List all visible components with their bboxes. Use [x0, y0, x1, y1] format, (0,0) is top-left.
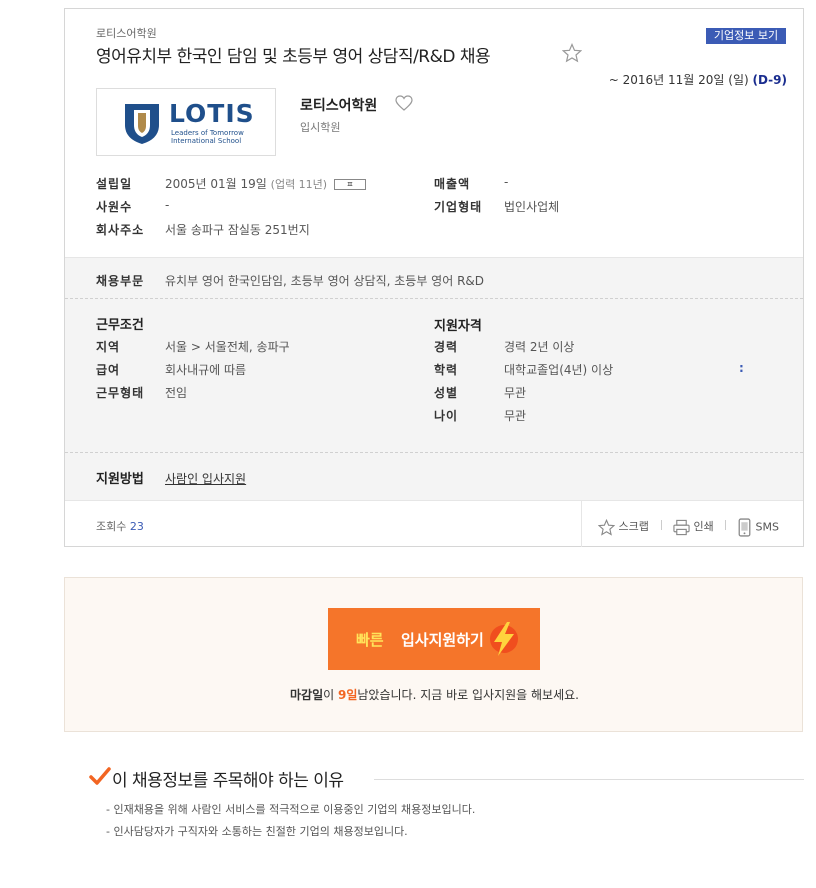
heading-rule — [374, 779, 804, 780]
info-corp-type: 기업형태 법인사업체 — [434, 198, 559, 215]
corp-type-label: 기업형태 — [434, 200, 483, 214]
company-logo[interactable]: LOTIS Leaders of Tomorrow International … — [96, 88, 276, 156]
dept-label: 채용부문 — [96, 274, 145, 288]
career-row: 경력 경력 2년 이상 — [434, 338, 574, 355]
region-label: 지역 — [96, 340, 121, 354]
apply-method-link[interactable]: 사람인 입사지원 — [165, 470, 246, 487]
scrap-button[interactable]: 스크랩 — [597, 518, 649, 536]
dday-badge: (D-9) — [752, 73, 787, 87]
job-title: 영어유치부 한국인 담임 및 초등부 영어 상담직/R&D 채용 — [96, 47, 491, 67]
star-icon[interactable] — [562, 43, 582, 63]
founded-label: 설립일 — [96, 177, 133, 191]
apply-btn-highlight: 빠른 — [356, 631, 384, 649]
info-address: 회사주소 서울 송파구 잠실동 251번지 — [96, 221, 310, 238]
founded-years: (업력 11년) — [270, 178, 328, 191]
age-value: 무관 — [504, 409, 527, 423]
logo-wordmark: LOTIS — [169, 99, 255, 128]
age-row: 나이 무관 — [434, 407, 526, 424]
logo-subtitle: Leaders of Tomorrow International School — [171, 129, 271, 145]
region-value: 서울 > 서울전체, 송파구 — [165, 340, 290, 354]
views-label: 조회수 — [96, 520, 127, 533]
corp-info-button[interactable]: 기업정보 보기 — [706, 28, 786, 44]
info-revenue: 매출액 - — [434, 175, 508, 192]
career-label: 경력 — [434, 340, 459, 354]
age-label: 나이 — [434, 409, 459, 423]
founded-value-wrap: 2005년 01월 19일 (업력 11년) ㅍ — [165, 175, 366, 192]
education-row: 학력 대학교졸업(4년) 이상 : — [434, 361, 764, 378]
sms-button[interactable]: SMS — [737, 518, 779, 537]
career-value: 경력 2년 이상 — [504, 340, 575, 354]
separator — [661, 520, 662, 530]
views-number: 23 — [129, 520, 144, 533]
revenue-value: - — [504, 175, 509, 189]
job-card: 로티스어학원 영어유치부 한국인 담임 및 초등부 영어 상담직/R&D 채용 … — [64, 8, 804, 547]
logo-sub-line1: Leaders of Tomorrow — [171, 129, 244, 137]
view-count: 조회수 23 — [96, 518, 144, 534]
remain-message: 남았습니다. 지금 바로 입사지원을 해보세요. — [357, 688, 579, 702]
apply-method-label: 지원방법 — [96, 472, 144, 487]
print-label: 인쇄 — [693, 520, 714, 533]
address-value: 서울 송파구 잠실동 251번지 — [165, 223, 310, 237]
checkmark-icon — [89, 767, 111, 785]
reason-heading: 이 채용정보를 주목해야 하는 이유 — [112, 771, 344, 791]
qualifications-heading: 지원자격 — [434, 319, 482, 334]
sms-label: SMS — [755, 520, 779, 534]
salary-row: 급여 회사내규에 따름 — [96, 361, 246, 378]
employees-label: 사원수 — [96, 200, 133, 214]
info-employees: 사원수 - — [96, 198, 169, 215]
recruit-section: 채용부문 유치부 영어 한국인담임, 초등부 영어 상담직, 초등부 영어 R&… — [65, 257, 803, 500]
reason-item: - 인재채용을 위해 사람인 서비스를 적극적으로 이용중인 기업의 채용정보입… — [106, 803, 476, 816]
deadline-notice: 마감일이 9일남았습니다. 지금 바로 입사지원을 해보세요. — [65, 686, 804, 703]
gender-row: 성별 무관 — [434, 384, 526, 401]
employees-value: - — [165, 198, 170, 212]
apply-btn-label: 입사지원하기 — [401, 631, 484, 649]
remain-connector: 이 — [323, 688, 338, 702]
printer-icon — [673, 519, 690, 535]
star-outline-icon — [597, 518, 616, 536]
action-bar: 스크랩 인쇄 SMS — [581, 501, 803, 547]
salary-label: 급여 — [96, 363, 121, 377]
remain-days: 9일 — [337, 688, 358, 702]
deadline: ~ 2016년 11월 20일 (일) (D-9) — [609, 71, 787, 88]
logo-sub-line2: International School — [171, 137, 242, 145]
company-type: 입시학원 — [300, 121, 341, 134]
lightning-icon — [490, 622, 518, 656]
worktype-value: 전임 — [165, 386, 188, 400]
info-founded: 설립일 2005년 01월 19일 (업력 11년) ㅍ — [96, 175, 476, 192]
gender-label: 성별 — [434, 386, 459, 400]
education-value: 대학교졸업(4년) 이상 — [504, 363, 614, 377]
scrap-label: 스크랩 — [618, 520, 649, 533]
education-label: 학력 — [434, 363, 459, 377]
quick-apply-section: 빠른 입사지원하기 마감일이 9일남았습니다. 지금 바로 입사지원을 해보세요… — [64, 577, 803, 732]
print-button[interactable]: 인쇄 — [673, 518, 714, 536]
separator — [725, 520, 726, 530]
revenue-label: 매출액 — [434, 177, 471, 191]
gender-value: 무관 — [504, 386, 527, 400]
address-label: 회사주소 — [96, 223, 145, 237]
card-footer: 조회수 23 스크랩 인쇄 SMS — [65, 500, 803, 547]
corp-type-value: 법인사업체 — [504, 200, 560, 214]
dept-value: 유치부 영어 한국인담임, 초등부 영어 상담직, 초등부 영어 R&D — [165, 274, 485, 288]
dept-row: 채용부문 유치부 영어 한국인담임, 초등부 영어 상담직, 초등부 영어 R&… — [96, 272, 484, 289]
company-name-small[interactable]: 로티스어학원 — [96, 25, 157, 41]
company-name[interactable]: 로티스어학원 — [300, 95, 377, 115]
heart-icon[interactable] — [395, 95, 413, 111]
conditions-heading: 근무조건 — [96, 318, 144, 333]
founded-value: 2005년 01월 19일 — [165, 177, 267, 191]
founded-info-button[interactable]: ㅍ — [333, 179, 366, 190]
divider — [65, 298, 803, 299]
worktype-row: 근무형태 전임 — [96, 384, 187, 401]
reason-item: - 인사담당자가 구직자와 소통하는 친절한 기업의 채용정보입니다. — [106, 825, 408, 838]
quick-apply-button[interactable]: 빠른 입사지원하기 — [328, 608, 540, 670]
region-row: 지역 서울 > 서울전체, 송파구 — [96, 338, 290, 355]
shield-logo-icon — [125, 104, 159, 144]
mobile-phone-icon — [738, 518, 751, 537]
remain-label: 마감일 — [290, 688, 324, 702]
deadline-date: ~ 2016년 11월 20일 (일) — [608, 73, 749, 87]
education-mark: : — [739, 361, 744, 375]
divider — [65, 452, 803, 453]
salary-value: 회사내규에 따름 — [165, 363, 247, 377]
worktype-label: 근무형태 — [96, 386, 145, 400]
